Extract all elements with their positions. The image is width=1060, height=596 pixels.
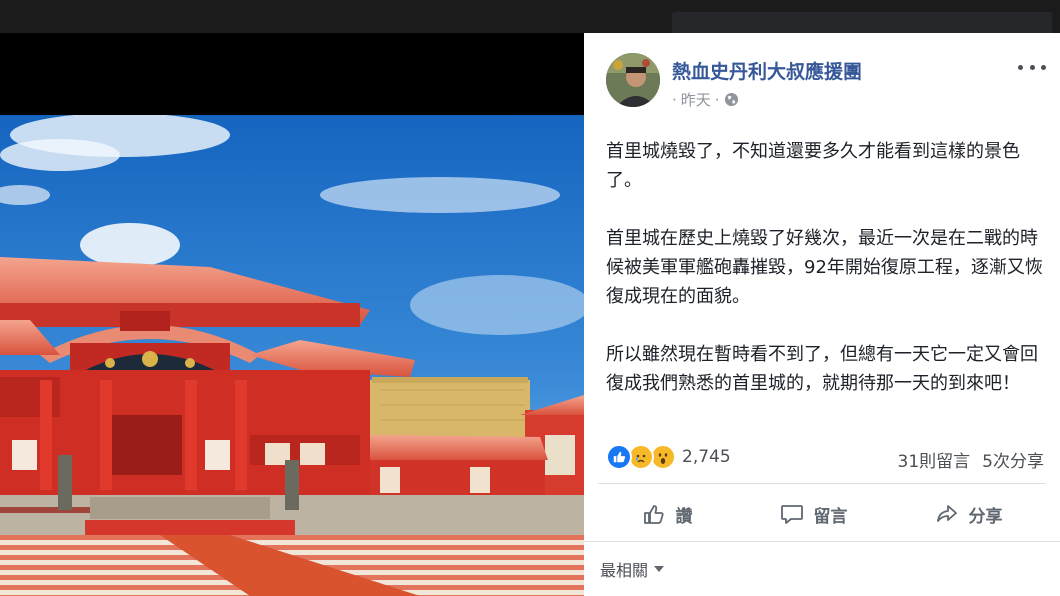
share-count[interactable]: 5次分享 bbox=[982, 447, 1044, 472]
share-label: 分享 bbox=[968, 506, 1003, 527]
share-button[interactable]: 分享 bbox=[935, 502, 1003, 527]
reaction-count: 2,745 bbox=[682, 447, 731, 467]
post-text: 首里城燒毀了，不知道還要多久才能看到這樣的景色了。 首里城在歷史上燒毀了好幾次，… bbox=[606, 137, 1046, 427]
post-timestamp[interactable]: 昨天 bbox=[681, 89, 711, 110]
share-arrow-icon bbox=[936, 505, 957, 522]
meta-dot: · bbox=[714, 90, 720, 109]
sort-label: 最相關 bbox=[600, 561, 649, 580]
comment-sort-dropdown[interactable]: 最相關 bbox=[600, 557, 665, 581]
post-paragraph: 所以雖然現在暫時看不到了，但總有一天它一定又會回復成我們熟悉的首里城的，就期待那… bbox=[606, 344, 1038, 394]
avatar[interactable] bbox=[606, 53, 660, 107]
speech-bubble-icon bbox=[780, 505, 803, 524]
chevron-down-icon bbox=[654, 566, 665, 572]
photo-viewer[interactable] bbox=[0, 33, 584, 596]
page-name[interactable]: 熱血史丹利大叔應援團 bbox=[672, 57, 862, 84]
like-label: 讚 bbox=[675, 506, 693, 527]
shuri-castle-photo bbox=[0, 115, 584, 596]
comment-button[interactable]: 留言 bbox=[780, 502, 848, 527]
divider bbox=[598, 483, 1046, 484]
globe-icon bbox=[724, 92, 738, 107]
comment-label: 留言 bbox=[813, 506, 848, 527]
like-button[interactable]: 讚 bbox=[642, 502, 693, 527]
post-meta: · 昨天 · bbox=[672, 89, 739, 110]
thumbs-up-icon bbox=[643, 505, 664, 524]
divider bbox=[584, 541, 1060, 542]
meta-dot: · bbox=[672, 90, 677, 109]
more-dots-icon bbox=[1018, 64, 1023, 70]
comment-count[interactable]: 31則留言 bbox=[898, 447, 971, 472]
background-toolbar bbox=[0, 0, 1060, 36]
post-paragraph: 首里城在歷史上燒毀了好幾次，最近一次是在二戰的時候被美軍軍艦砲轟摧毀，92年開始… bbox=[606, 228, 1043, 307]
post-actions: 讚 留言 分享 bbox=[598, 491, 1046, 537]
reaction-icons bbox=[606, 444, 680, 470]
post-paragraph: 首里城燒毀了，不知道還要多久才能看到這樣的景色了。 bbox=[606, 141, 1020, 191]
post-panel: 熱血史丹利大叔應援團 · 昨天 · 首里城燒毀了，不知道還要多久才能看到這樣的景… bbox=[584, 33, 1060, 596]
engagement-counts: 31則留言 5次分享 bbox=[898, 447, 1044, 472]
reactions-summary[interactable]: 2,745 bbox=[606, 443, 731, 471]
more-options-button[interactable] bbox=[1018, 59, 1046, 75]
like-reaction-icon bbox=[606, 444, 632, 470]
